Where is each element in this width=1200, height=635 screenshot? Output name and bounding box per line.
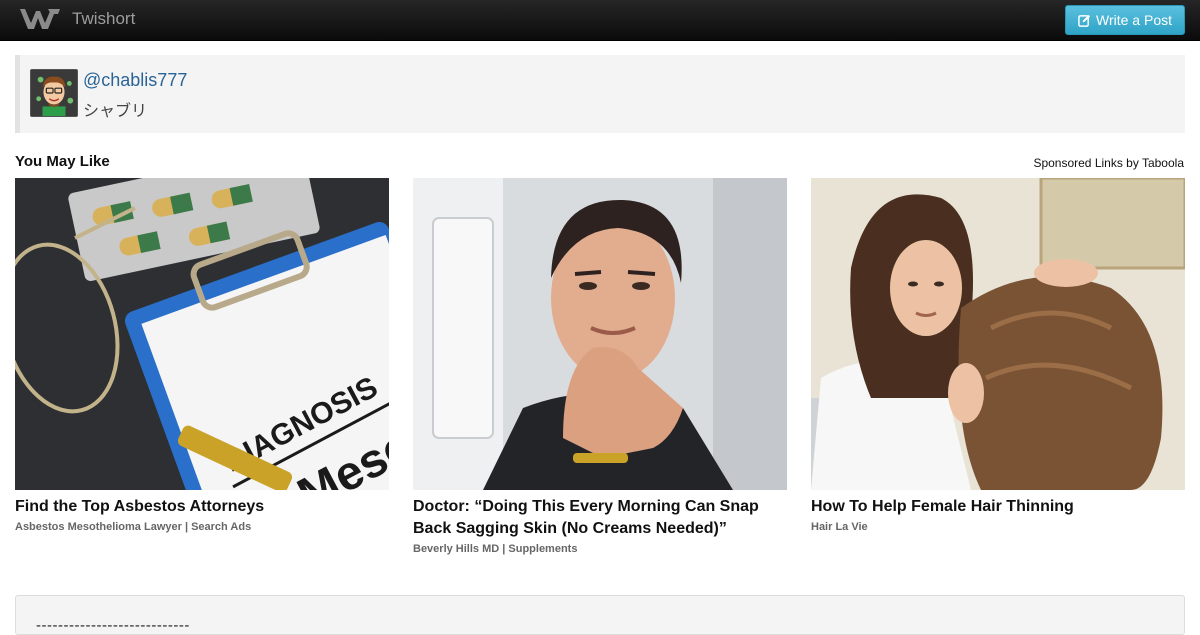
- post-text: ----------------------------: [36, 617, 190, 634]
- card-title[interactable]: Doctor: “Doing This Every Morning Can Sn…: [413, 496, 787, 540]
- doctor-portrait-image: [413, 178, 787, 490]
- sponsored-links-link[interactable]: Sponsored Links by Taboola: [1033, 156, 1184, 170]
- asbestos-diagnosis-image: DIAGNOSIS Mesot: [15, 178, 389, 490]
- card-image[interactable]: [413, 178, 787, 490]
- card-image[interactable]: DIAGNOSIS Mesot: [15, 178, 389, 490]
- card-title[interactable]: Find the Top Asbestos Attorneys: [15, 496, 389, 518]
- twishort-logo-icon: [20, 9, 60, 29]
- post-content-box: ----------------------------: [15, 595, 1185, 635]
- card-source[interactable]: Hair La Vie: [811, 521, 1185, 533]
- write-post-button[interactable]: Write a Post: [1065, 5, 1185, 35]
- edit-icon: [1078, 14, 1091, 27]
- recommendation-card[interactable]: Doctor: “Doing This Every Morning Can Sn…: [413, 178, 787, 555]
- author-card: @chablis777 シャブリ: [15, 55, 1185, 133]
- author-display-name: シャブリ: [83, 101, 148, 120]
- card-image[interactable]: [811, 178, 1185, 490]
- recommendations-heading: You May Like: [15, 153, 110, 170]
- avatar-image: [31, 70, 77, 116]
- brand-link[interactable]: Twishort: [18, 6, 135, 32]
- recommendation-card[interactable]: DIAGNOSIS Mesot Find the Top Asbestos At…: [15, 178, 389, 533]
- hair-exam-image: [811, 178, 1185, 490]
- card-title[interactable]: How To Help Female Hair Thinning: [811, 496, 1185, 518]
- card-source[interactable]: Beverly Hills MD | Supplements: [413, 543, 787, 555]
- author-handle-link[interactable]: @chablis777: [83, 70, 187, 91]
- avatar[interactable]: [30, 69, 78, 117]
- write-post-label: Write a Post: [1096, 12, 1172, 28]
- recommendation-card[interactable]: How To Help Female Hair Thinning Hair La…: [811, 178, 1185, 533]
- brand-name: Twishort: [72, 9, 136, 28]
- card-source[interactable]: Asbestos Mesothelioma Lawyer | Search Ad…: [15, 521, 389, 533]
- top-navbar: Twishort Write a Post: [0, 0, 1200, 41]
